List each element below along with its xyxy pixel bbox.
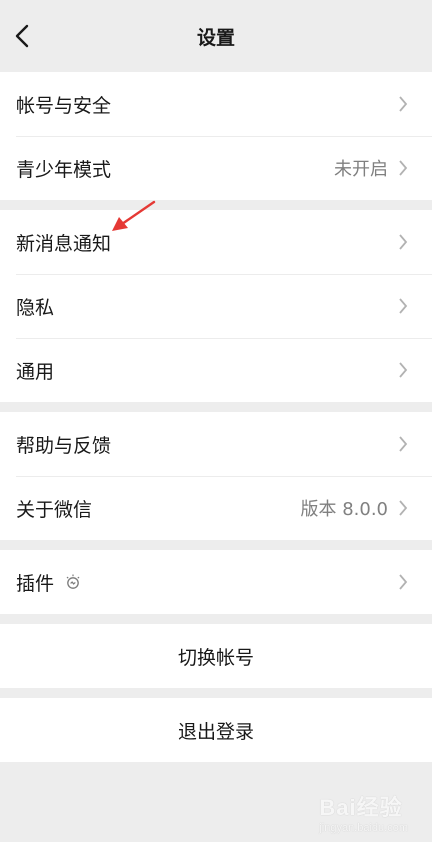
- settings-item-plugins[interactable]: 插件: [0, 550, 432, 614]
- settings-group-plugins: 插件: [0, 550, 432, 614]
- settings-item-help-feedback[interactable]: 帮助与反馈: [0, 412, 432, 476]
- chevron-right-icon: [399, 500, 408, 516]
- settings-item-account-security[interactable]: 帐号与安全: [0, 72, 432, 136]
- chevron-right-icon: [399, 96, 408, 112]
- settings-item-label: 关于微信: [16, 498, 93, 521]
- settings-group-account: 帐号与安全 青少年模式 未开启: [0, 72, 432, 200]
- settings-item-label: 青少年模式: [16, 158, 112, 181]
- settings-item-label: 新消息通知: [16, 232, 112, 255]
- navigation-bar: 设置: [0, 0, 432, 72]
- chevron-right-icon: [399, 298, 408, 314]
- logout-button[interactable]: 退出登录: [0, 698, 432, 762]
- settings-item-label: 隐私: [16, 296, 55, 319]
- settings-group-help: 帮助与反馈 关于微信 版本 8.0.0: [0, 412, 432, 540]
- logout-group: 退出登录: [0, 698, 432, 762]
- settings-item-label: 通用: [16, 360, 55, 383]
- youth-mode-status: 未开启: [334, 159, 388, 180]
- version-text: 版本 8.0.0: [300, 499, 388, 520]
- settings-item-notifications[interactable]: 新消息通知: [0, 210, 432, 274]
- baidu-jingyan-watermark: Bai经验 jingyan.baidu.com: [319, 790, 408, 834]
- switch-account-group: 切换帐号: [0, 624, 432, 688]
- watermark-brand: Bai经验: [319, 795, 403, 820]
- settings-item-label: 插件: [16, 572, 55, 595]
- settings-item-general[interactable]: 通用: [0, 338, 432, 402]
- switch-account-button[interactable]: 切换帐号: [0, 624, 432, 688]
- switch-account-label: 切换帐号: [177, 646, 254, 669]
- settings-group-general: 新消息通知 隐私 通用: [0, 210, 432, 402]
- plugin-bulb-icon: [66, 574, 80, 589]
- chevron-right-icon: [399, 436, 408, 452]
- chevron-right-icon: [399, 160, 408, 176]
- settings-item-label: 帐号与安全: [16, 94, 112, 117]
- settings-item-privacy[interactable]: 隐私: [0, 274, 432, 338]
- chevron-right-icon: [399, 234, 408, 250]
- settings-item-label: 帮助与反馈: [16, 434, 112, 457]
- settings-item-youth-mode[interactable]: 青少年模式 未开启: [0, 136, 432, 200]
- chevron-right-icon: [399, 574, 408, 590]
- logout-label: 退出登录: [177, 720, 254, 743]
- page-title: 设置: [196, 27, 235, 49]
- chevron-right-icon: [399, 362, 408, 378]
- settings-item-about[interactable]: 关于微信 版本 8.0.0: [0, 476, 432, 540]
- watermark-url: jingyan.baidu.com: [319, 822, 408, 834]
